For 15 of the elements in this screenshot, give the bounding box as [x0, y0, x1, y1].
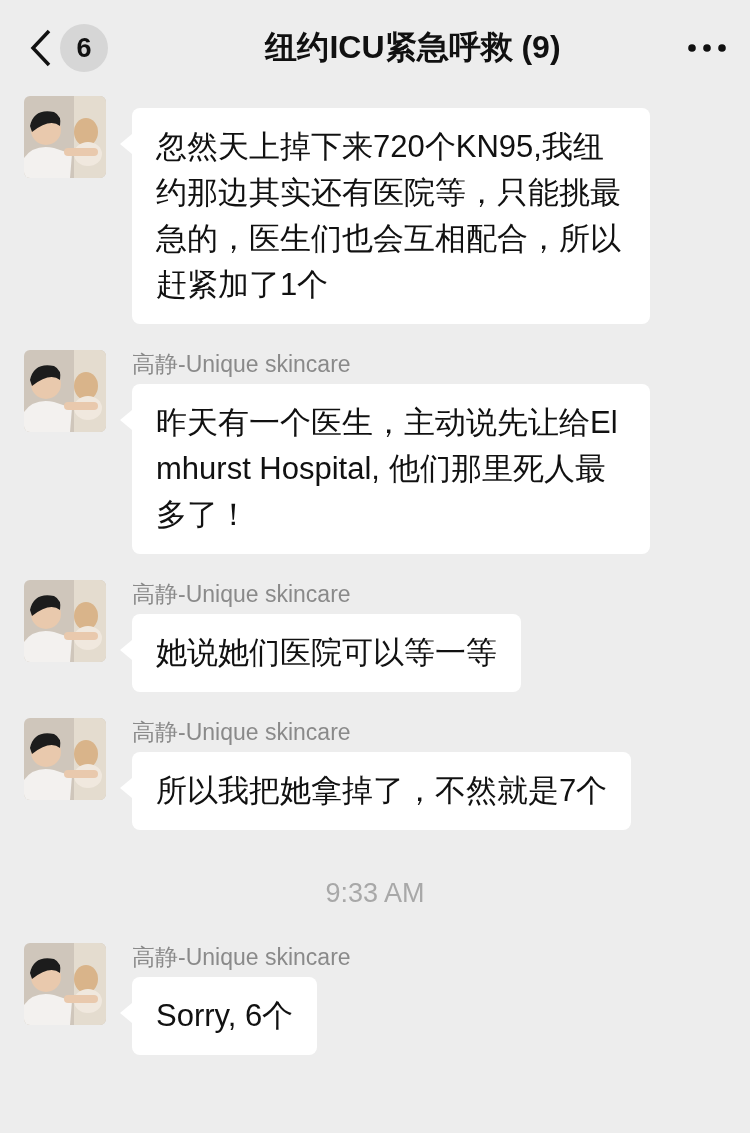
chat-title: 纽约ICU紧急呼救 (9) — [263, 28, 562, 67]
unread-count: 6 — [60, 24, 108, 72]
message-bubble: 所以我把她拿掉了，不然就是7个 — [132, 752, 632, 830]
sender-name: 高静-Unique skincare — [132, 718, 352, 746]
more-icon — [688, 44, 726, 52]
message-bubble: Sorry, 6个 — [132, 977, 318, 1055]
timestamp: 9:33 AM — [325, 877, 425, 910]
message-bubble: 忽然天上掉下来720个KN95,我纽约那边其实还有医院等，只能挑最急的，医生们也会互相配合，所以赶紧加了1个 — [132, 108, 650, 324]
sender-name: 高静-Unique skincare — [132, 580, 352, 608]
back-icon — [30, 29, 52, 67]
message-bubble: 昨天有一个医生，主动说先让给Elmhurst Hospital, 他们那里死人最多了！ — [132, 384, 650, 554]
sender-name: 高静-Unique skincare — [132, 350, 352, 378]
back-button[interactable]: 6 — [30, 24, 180, 72]
sender-name: 高静-Unique skincare — [132, 943, 351, 971]
message-bubble: 她说她们医院可以等一等 — [132, 614, 521, 692]
